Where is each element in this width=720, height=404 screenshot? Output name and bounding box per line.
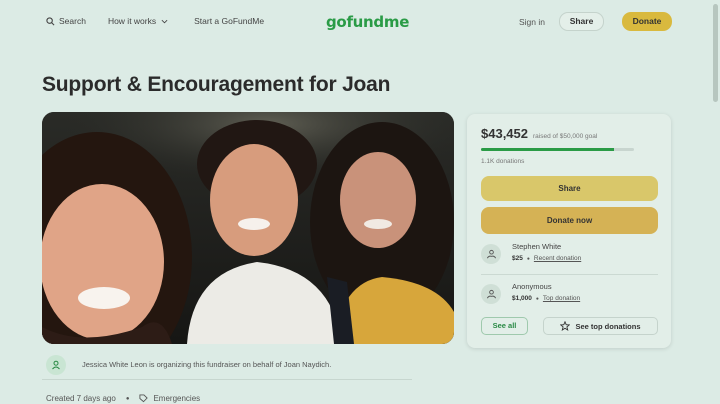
- raised-amount: $43,452: [481, 126, 528, 141]
- header-share-button[interactable]: Share: [559, 12, 604, 31]
- created-date: Created 7 days ago: [46, 394, 116, 403]
- recent-donation-link[interactable]: Recent donation: [534, 255, 581, 262]
- raised-summary: $43,452 raised of $50,000 goal: [481, 126, 597, 141]
- top-donation-link[interactable]: Top donation: [543, 295, 580, 302]
- search-label: Search: [59, 16, 86, 26]
- gofundme-logo[interactable]: gofundme: [326, 13, 409, 31]
- category-tag[interactable]: Emergencies: [139, 394, 200, 403]
- meta-separator: ●: [125, 395, 130, 402]
- top-navigation: Search How it works Start a GoFundMe gof…: [0, 0, 712, 44]
- search-icon: [46, 16, 55, 25]
- donation-card: $43,452 raised of $50,000 goal 1.1K dona…: [467, 114, 671, 348]
- start-gofundme-link[interactable]: Start a GoFundMe: [194, 16, 264, 26]
- search-link[interactable]: Search: [46, 16, 86, 26]
- nav-left: Search How it works Start a GoFundMe: [46, 16, 286, 26]
- campaign-meta: Created 7 days ago ● Emergencies: [46, 394, 200, 403]
- donor-separator: ●: [526, 255, 530, 262]
- donation-count: 1.1K donations: [481, 158, 525, 165]
- tag-icon: [139, 394, 149, 403]
- header-donate-button[interactable]: Donate: [622, 12, 672, 31]
- share-button[interactable]: Share: [481, 176, 658, 201]
- progress-bar: [481, 148, 634, 151]
- organizer-text: Jessica White Leon is organizing this fu…: [82, 360, 332, 369]
- donation-hand-icon: [486, 249, 496, 258]
- donor-name: Anonymous: [512, 282, 552, 291]
- donor-divider: [481, 274, 658, 275]
- campaign-title: Support & Encouragement for Joan: [42, 73, 391, 96]
- see-top-donations-button[interactable]: See top donations: [543, 317, 658, 335]
- donate-now-button[interactable]: Donate now: [481, 207, 658, 234]
- donor-amount: $25: [512, 255, 523, 262]
- how-it-works-menu[interactable]: How it works: [108, 16, 172, 26]
- see-top-donations-label: See top donations: [575, 321, 641, 331]
- sign-in-link[interactable]: Sign in: [519, 17, 545, 27]
- donor-details: $25 ● Recent donation: [512, 255, 581, 262]
- donation-hand-icon: [486, 289, 496, 298]
- donor-amount: $1,000: [512, 295, 532, 302]
- donor-item: Stephen White $25 ● Recent donation: [481, 242, 581, 264]
- donor-name: Stephen White: [512, 242, 562, 251]
- donor-separator: ●: [535, 295, 539, 302]
- category-label: Emergencies: [153, 394, 201, 403]
- organizer-avatar: [46, 354, 66, 375]
- donor-avatar: [481, 244, 501, 264]
- start-gofundme-label: Start a GoFundMe: [194, 16, 265, 26]
- how-it-works-label: How it works: [107, 16, 157, 26]
- progress-fill: [481, 148, 615, 151]
- scrollbar-thumb[interactable]: [713, 4, 718, 102]
- donor-avatar: [481, 284, 501, 304]
- chevron-down-icon: [161, 19, 168, 23]
- donor-item: Anonymous $1,000 ● Top donation: [481, 282, 580, 304]
- see-all-button[interactable]: See all: [481, 317, 528, 335]
- campaign-photo[interactable]: [42, 112, 454, 344]
- user-icon: [52, 360, 60, 369]
- star-icon: [560, 321, 571, 331]
- organizer-row: Jessica White Leon is organizing this fu…: [42, 350, 412, 380]
- campaign-photo-image: [42, 112, 454, 344]
- goal-text: raised of $50,000 goal: [533, 133, 598, 140]
- donor-details: $1,000 ● Top donation: [512, 295, 580, 302]
